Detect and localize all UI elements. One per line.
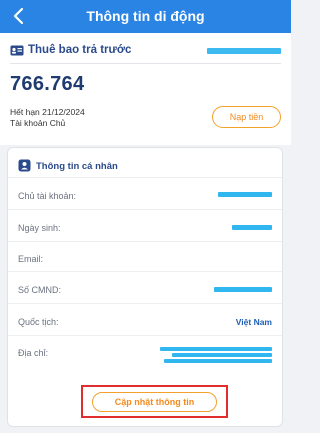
redacted-address-line bbox=[160, 347, 272, 351]
subscription-row: Thuê bao trả trước bbox=[10, 41, 281, 61]
redacted-account-holder bbox=[218, 192, 272, 197]
redacted-address-line bbox=[164, 359, 272, 363]
redacted-birth-date bbox=[232, 225, 272, 230]
id-number-label: Số CMND: bbox=[18, 285, 62, 295]
row-account-holder: Chủ tài khoản: bbox=[8, 177, 282, 209]
subscription-card: Thuê bao trả trước 766.764 Hết hạn 21/12… bbox=[0, 33, 291, 145]
redacted-id-number bbox=[214, 287, 272, 292]
page-title: Thông tin di động bbox=[86, 8, 205, 24]
personal-info-title: Thông tin cá nhân bbox=[36, 161, 118, 172]
expiry-date: Hết hạn 21/12/2024 bbox=[10, 107, 85, 117]
email-label: Email: bbox=[18, 254, 44, 264]
subscription-type: Thuê bao trả trước bbox=[28, 44, 132, 56]
birth-date-label: Ngày sinh: bbox=[18, 223, 61, 233]
account-type: Tài khoản Chủ bbox=[10, 118, 66, 128]
update-info-button[interactable]: Cập nhật thông tin bbox=[92, 392, 217, 412]
nationality-label: Quốc tịch: bbox=[18, 317, 59, 327]
row-address: Địa chỉ: bbox=[8, 335, 282, 380]
id-card-icon bbox=[10, 45, 24, 56]
row-id-number: Số CMND: bbox=[8, 271, 282, 303]
update-highlight-box: Cập nhật thông tin bbox=[81, 385, 228, 418]
row-birth-date: Ngày sinh: bbox=[8, 209, 282, 241]
row-nationality: Quốc tịch: Việt Nam bbox=[8, 303, 282, 335]
account-holder-label: Chủ tài khoản: bbox=[18, 191, 77, 201]
topup-button[interactable]: Nạp tiền bbox=[212, 106, 281, 128]
account-balance: 766.764 bbox=[10, 73, 85, 95]
user-icon bbox=[18, 159, 31, 172]
row-email: Email: bbox=[8, 241, 282, 271]
redacted-phone-number bbox=[207, 48, 281, 54]
nationality-value: Việt Nam bbox=[235, 317, 272, 327]
address-label: Địa chỉ: bbox=[18, 348, 49, 358]
app-header: Thông tin di động bbox=[0, 0, 291, 33]
redacted-address-line bbox=[172, 353, 272, 357]
personal-info-card: Thông tin cá nhân Chủ tài khoản: Ngày si… bbox=[7, 147, 283, 427]
bottom-strip bbox=[0, 428, 291, 433]
divider bbox=[10, 63, 281, 64]
